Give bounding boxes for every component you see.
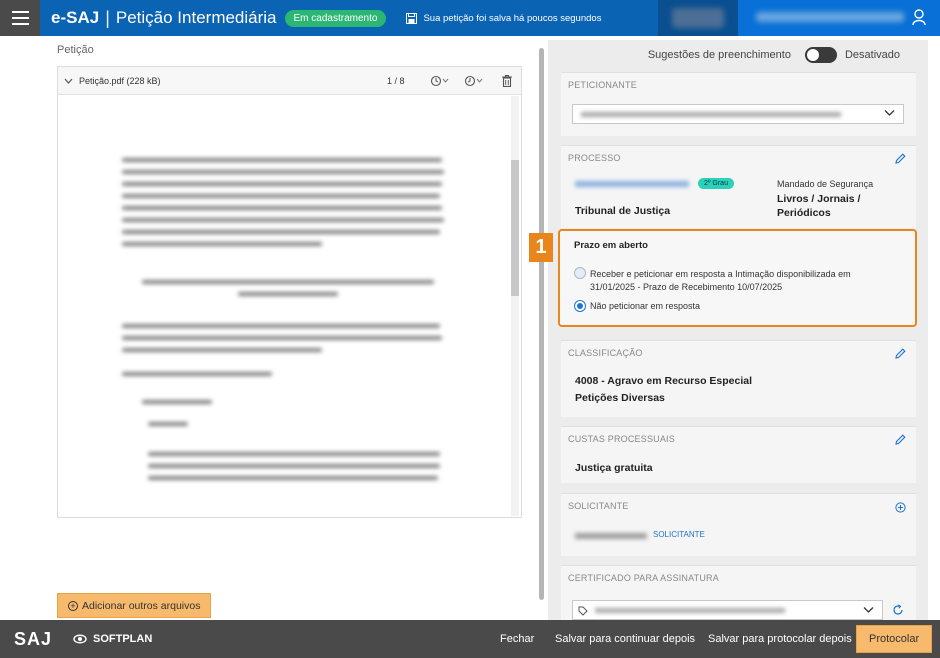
add-files-label: Adicionar outros arquivos	[82, 599, 201, 612]
peticionante-title: PETICIONANTE	[568, 80, 637, 90]
blurred-certificado-value	[595, 608, 785, 613]
tag-icon	[578, 606, 588, 616]
main-scrollbar[interactable]	[538, 40, 546, 608]
tribunal-text: Tribunal de Justiça	[575, 205, 671, 217]
softplan-mark-icon	[73, 634, 87, 644]
hamburger-menu-button[interactable]	[0, 0, 40, 36]
user-menu[interactable]	[738, 0, 940, 36]
pencil-icon[interactable]	[895, 153, 906, 164]
page-title: Petição Intermediária	[115, 8, 277, 27]
grau-badge: 2º Grau	[698, 178, 734, 189]
saj-logo: SAJ	[14, 628, 53, 649]
certificado-title: CERTIFICADO PARA ASSINATURA	[568, 573, 719, 583]
custas-title: CUSTAS PROCESSUAIS	[568, 434, 675, 444]
classe-text: Mandado de Segurança	[777, 179, 874, 189]
softplan-logo: SOFTPLAN	[72, 632, 152, 646]
classificacao-line1: 4008 - Agravo em Recurso Especial	[575, 375, 753, 387]
classificacao-card: CLASSIFICAÇÃO 4008 - Agravo em Recurso E…	[561, 340, 916, 417]
rotate-right-icon[interactable]	[464, 75, 484, 87]
option-receber-label[interactable]: Receber e peticionar em resposta a Intim…	[590, 268, 851, 294]
document-page-blurred	[58, 96, 510, 516]
add-files-button[interactable]: + Adicionar outros arquivos	[57, 593, 212, 618]
option-nao-peticionar-label[interactable]: Não peticionar em resposta	[590, 301, 700, 311]
chevron-down-icon	[863, 607, 874, 613]
certificado-select[interactable]	[572, 600, 883, 620]
app-header: e-SAJ | Petição Intermediária Em cadastr…	[0, 0, 940, 36]
processo-title: PROCESSO	[568, 153, 621, 163]
rotate-left-icon[interactable]	[430, 75, 450, 87]
classificacao-title: CLASSIFICAÇÃO	[568, 348, 643, 358]
refresh-icon[interactable]	[892, 604, 904, 616]
solicitante-title: SOLICITANTE	[568, 501, 629, 511]
peticionante-card: PETICIONANTE	[561, 72, 916, 136]
radio-receber-peticionar[interactable]	[574, 267, 586, 279]
title-separator: |	[105, 7, 110, 28]
save-status-text: Sua petição foi salva há poucos segundos	[423, 12, 602, 24]
solicitante-link[interactable]: SOLICITANTE	[653, 530, 705, 539]
save-status: Sua petição foi salva há poucos segundos	[406, 12, 602, 24]
app-name: e-SAJ	[51, 8, 100, 27]
save-continue-button[interactable]: Salvar para continuar depois	[555, 620, 695, 658]
prazo-title: Prazo em aberto	[574, 240, 648, 251]
radio-nao-peticionar[interactable]	[574, 300, 586, 312]
chevron-down-icon	[884, 110, 895, 116]
save-protocol-later-button[interactable]: Salvar para protocolar depois	[708, 620, 852, 658]
prazo-card: Prazo em aberto Receber e peticionar em …	[558, 229, 917, 327]
page-indicator: 1 / 8	[387, 75, 405, 86]
footer-bar: SAJ SOFTPLAN Fechar Salvar para continua…	[0, 620, 940, 658]
plus-circle-icon[interactable]	[895, 502, 906, 513]
blurred-header-info	[658, 0, 738, 36]
protocol-button[interactable]: Protocolar	[856, 625, 933, 653]
document-scrollbar[interactable]	[511, 96, 519, 516]
classificacao-line2: Petições Diversas	[575, 392, 665, 404]
pencil-icon[interactable]	[895, 348, 906, 359]
blurred-peticionante-value	[581, 112, 841, 117]
custas-card: CUSTAS PROCESSUAIS Justiça gratuita	[561, 426, 916, 483]
chevron-down-icon[interactable]	[64, 78, 73, 84]
pencil-icon[interactable]	[895, 434, 906, 445]
assunto-text: Livros / Jornais / Periódicos	[777, 193, 861, 219]
suggestions-state: Desativado	[844, 49, 900, 61]
trash-icon[interactable]	[502, 74, 512, 87]
close-button[interactable]: Fechar	[500, 620, 534, 658]
plus-circle-icon: +	[68, 600, 78, 611]
document-toolbar: Petição.pdf (228 kB) 1 / 8	[58, 67, 521, 95]
peticionante-select[interactable]	[572, 104, 904, 124]
solicitante-card: SOLICITANTE SOLICITANTE	[561, 493, 916, 556]
option-receber-line2: 31/01/2025 - Prazo de Recebimento 10/07/…	[590, 282, 783, 292]
user-icon[interactable]	[912, 9, 926, 25]
document-file-name: Petição.pdf (228 kB)	[79, 75, 161, 86]
processo-card: PROCESSO 2º Grau Tribunal de Justiça Man…	[561, 145, 916, 228]
document-scrollbar-thumb[interactable]	[511, 160, 519, 296]
blurred-solicitante-name	[575, 533, 647, 539]
status-badge: Em cadastramento	[284, 9, 387, 27]
floppy-disk-icon	[406, 12, 418, 24]
blurred-user-name	[756, 12, 904, 22]
softplan-logo-text: SOFTPLAN	[93, 633, 153, 645]
suggestions-label: Sugestões de preenchimento	[647, 49, 791, 61]
peticao-section-label: Petição	[57, 44, 94, 56]
suggestions-toggle[interactable]	[804, 47, 837, 63]
certificado-card: CERTIFICADO PARA ASSINATURA	[561, 565, 916, 620]
custas-value: Justiça gratuita	[575, 462, 653, 474]
option-receber-line1: Receber e peticionar em resposta a Intim…	[590, 269, 851, 279]
blurred-process-number[interactable]	[575, 181, 689, 187]
step-marker: 1	[529, 233, 553, 262]
suggestions-row: Sugestões de preenchimento Desativado	[548, 44, 928, 66]
